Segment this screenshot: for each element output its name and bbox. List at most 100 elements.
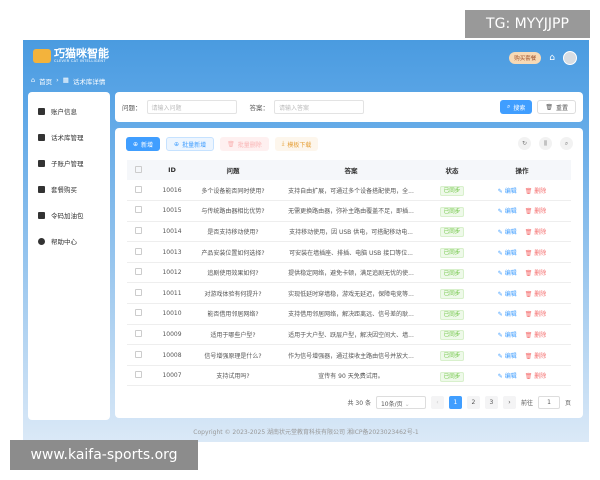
row-checkbox[interactable] — [127, 200, 149, 222]
sidebar-item-plans[interactable]: 套餐购买 — [28, 176, 110, 202]
page-3[interactable]: 3 — [484, 396, 498, 409]
row-checkbox[interactable] — [127, 344, 149, 366]
delete-button[interactable]: 🗑︎ 删除 — [525, 291, 547, 298]
sidebar-item-addon[interactable]: 令码加油包 — [28, 202, 110, 228]
columns-icon[interactable]: ⫼ — [539, 137, 552, 150]
edit-button[interactable]: ✎ 编辑 — [498, 311, 517, 318]
row-checkbox[interactable] — [127, 303, 149, 325]
edit-button[interactable]: ✎ 编辑 — [498, 229, 517, 236]
header-question: 问题 — [195, 160, 271, 180]
table-row: 10008 信号增强原理是什么? 作为信号增强器，通过接收主路由信号并放大...… — [127, 344, 571, 366]
edit-button[interactable]: ✎ 编辑 — [498, 208, 517, 215]
sidebar-label: 令码加油包 — [51, 212, 84, 220]
package-icon — [38, 211, 45, 219]
edit-button[interactable]: ✎ 编辑 — [498, 188, 517, 195]
cell-answer: 作为信号增强器，通过接收主路由信号并放大... — [271, 344, 431, 366]
template-download-button[interactable]: ⤓ 模板下载 — [274, 137, 319, 151]
sidebar-item-subaccounts[interactable]: 子账户管理 — [28, 150, 110, 176]
user-icon — [38, 159, 45, 167]
delete-button[interactable]: 🗑︎ 删除 — [525, 332, 547, 339]
answer-input[interactable]: 请输入答案 — [274, 100, 364, 114]
row-checkbox[interactable] — [127, 180, 149, 202]
table-row: 10011 对游戏体验有何提升? 实现低延时穿墙稳，游戏无延迟，保障电竞等...… — [127, 282, 571, 305]
delete-button[interactable]: 🗑︎ 删除 — [525, 229, 547, 236]
delete-button[interactable]: 🗑︎ 删除 — [525, 270, 547, 277]
page-1[interactable]: 1 — [448, 396, 462, 409]
delete-button[interactable]: 🗑︎ 删除 — [525, 353, 547, 360]
reset-label: 重置 — [555, 104, 568, 112]
delete-button[interactable]: 🗑︎ 删除 — [525, 311, 547, 318]
row-checkbox[interactable] — [127, 221, 149, 243]
header-id: ID — [149, 160, 195, 180]
sidebar-item-scripts[interactable]: 话术库管理 — [28, 124, 110, 150]
edit-icon: ✎ — [497, 290, 503, 298]
search-button[interactable]: ⌕ 搜索 — [499, 100, 533, 114]
refresh-icon[interactable]: ↻ — [518, 137, 531, 150]
cell-question: 支持试用吗? — [195, 365, 271, 387]
row-checkbox[interactable] — [127, 282, 149, 305]
cell-actions: ✎ 编辑 🗑︎ 删除 — [473, 344, 571, 366]
batch-delete-button[interactable]: 🗑︎ 批量删除 — [220, 137, 269, 151]
edit-button[interactable]: ✎ 编辑 — [498, 332, 517, 339]
avatar[interactable] — [563, 51, 577, 65]
cell-status: 已同步 — [431, 241, 473, 263]
row-checkbox[interactable] — [127, 262, 149, 284]
status-badge: 已同步 — [439, 248, 465, 259]
next-page-button[interactable]: › — [502, 396, 516, 409]
cell-question: 适用于哪些户型? — [195, 324, 271, 346]
status-badge: 已同步 — [439, 371, 465, 382]
add-button[interactable]: ⊕ 新增 — [126, 137, 161, 151]
edit-button[interactable]: ✎ 编辑 — [498, 270, 517, 277]
edit-icon: ✎ — [497, 352, 503, 360]
cell-question: 是否支持移动使用? — [195, 221, 271, 243]
cell-id: 10010 — [149, 303, 195, 325]
cell-id: 10013 — [149, 241, 195, 263]
delete-label: 删除 — [534, 270, 547, 278]
delete-button[interactable]: 🗑︎ 删除 — [525, 208, 547, 215]
reset-button[interactable]: 🗑︎ 重置 — [537, 100, 576, 114]
table-row: 10015 与传统路由器相比优势? 无需更换路由器，弥补主路由覆盖不足，即插..… — [127, 200, 571, 222]
cell-id: 10011 — [149, 282, 195, 305]
cell-answer: 支持借用邻居网络，解决距离远、信号差的耿... — [271, 303, 431, 325]
row-checkbox[interactable] — [127, 365, 149, 387]
home-icon[interactable]: ⌂ — [549, 53, 555, 63]
cell-id: 10015 — [149, 200, 195, 222]
sidebar-item-help[interactable]: 帮助中心 — [28, 228, 110, 254]
status-badge: 已同步 — [439, 330, 465, 341]
edit-button[interactable]: ✎ 编辑 — [498, 291, 517, 298]
cell-id: 10008 — [149, 344, 195, 366]
cell-actions: ✎ 编辑 🗑︎ 删除 — [473, 200, 571, 222]
page-size-select[interactable]: 10条/页 ⌄ — [375, 396, 426, 409]
edit-icon: ✎ — [497, 208, 503, 216]
question-input[interactable]: 请输入问题 — [146, 100, 237, 114]
logo: 巧猫咪智能 CLEVER CAT INTELLIGENT — [33, 48, 109, 63]
table-row: 10013 产品安装位置如何选择? 可安装在墙插座、排插、电脑 USB 接口等位… — [127, 241, 571, 263]
edit-label: 编辑 — [504, 290, 517, 298]
delete-button[interactable]: 🗑︎ 删除 — [525, 188, 547, 195]
edit-button[interactable]: ✎ 编辑 — [498, 373, 517, 380]
edit-button[interactable]: ✎ 编辑 — [498, 353, 517, 360]
row-checkbox[interactable] — [127, 241, 149, 263]
delete-label: 删除 — [534, 208, 547, 216]
cell-id: 10014 — [149, 221, 195, 243]
buy-plan-button[interactable]: 购买套餐 — [509, 52, 542, 64]
cell-actions: ✎ 编辑 🗑︎ 删除 — [473, 221, 571, 243]
select-all-checkbox[interactable] — [127, 160, 149, 180]
delete-button[interactable]: 🗑︎ 删除 — [525, 250, 547, 257]
sidebar-label: 帮助中心 — [51, 238, 77, 246]
row-checkbox[interactable] — [127, 324, 149, 346]
batch-add-button[interactable]: ⊕ 批量新增 — [166, 137, 215, 151]
search-icon[interactable]: ⌕ — [560, 137, 573, 150]
sidebar-item-account[interactable]: 账户信息 — [28, 98, 110, 124]
goto-input[interactable]: 1 — [537, 396, 560, 409]
cell-status: 已同步 — [431, 262, 473, 284]
chevron-right-icon: › — [56, 76, 59, 84]
delete-button[interactable]: 🗑︎ 删除 — [525, 373, 547, 380]
prev-page-button[interactable]: ‹ — [430, 396, 444, 409]
sidebar-label: 套餐购买 — [51, 186, 77, 194]
cell-actions: ✎ 编辑 🗑︎ 删除 — [473, 303, 571, 325]
page-2[interactable]: 2 — [466, 396, 480, 409]
edit-button[interactable]: ✎ 编辑 — [498, 250, 517, 257]
cell-actions: ✎ 编辑 🗑︎ 删除 — [473, 180, 571, 202]
breadcrumb-home[interactable]: 首页 — [39, 76, 52, 86]
